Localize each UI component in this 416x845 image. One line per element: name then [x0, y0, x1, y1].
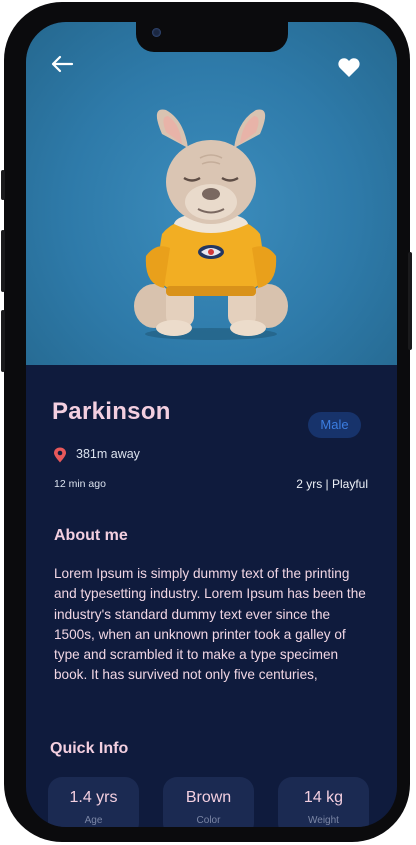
back-arrow-icon[interactable]: [50, 54, 74, 74]
stat-label: Color: [196, 815, 221, 826]
stat-value: 1.4 yrs: [69, 789, 118, 806]
age-trait-text: 2 yrs | Playful: [296, 477, 368, 491]
dog-image: [134, 109, 288, 340]
about-description: Lorem Ipsum is simply dummy text of the …: [54, 566, 366, 683]
screen: Parkinson Male 381m away 12 min ago 2 yr…: [26, 22, 397, 827]
stat-card-age: 1.4 yrs Age: [48, 777, 139, 827]
distance-text: 381m away: [76, 447, 140, 461]
volume-down-button: [1, 310, 5, 372]
location-pin-icon: [54, 447, 66, 463]
volume-up-button: [1, 230, 5, 292]
pet-name: Parkinson: [52, 398, 171, 425]
power-button: [408, 252, 412, 350]
stat-value: Brown: [185, 789, 232, 806]
quick-info-heading: Quick Info: [50, 740, 129, 757]
stat-card-weight: 14 kg Weight: [278, 777, 369, 827]
stat-value: 14 kg: [303, 789, 344, 806]
notch: [136, 22, 288, 52]
stat-label: Weight: [308, 815, 339, 826]
front-camera: [152, 28, 161, 37]
mute-switch: [1, 170, 5, 200]
about-heading: About me: [54, 527, 128, 544]
phone-frame: Parkinson Male 381m away 12 min ago 2 yr…: [1, 2, 412, 842]
stat-card-color: Brown Color: [163, 777, 254, 827]
gender-badge: Male: [308, 412, 361, 438]
posted-time: 12 min ago: [54, 478, 106, 490]
heart-icon[interactable]: [337, 56, 361, 78]
stat-label: Age: [84, 815, 103, 826]
